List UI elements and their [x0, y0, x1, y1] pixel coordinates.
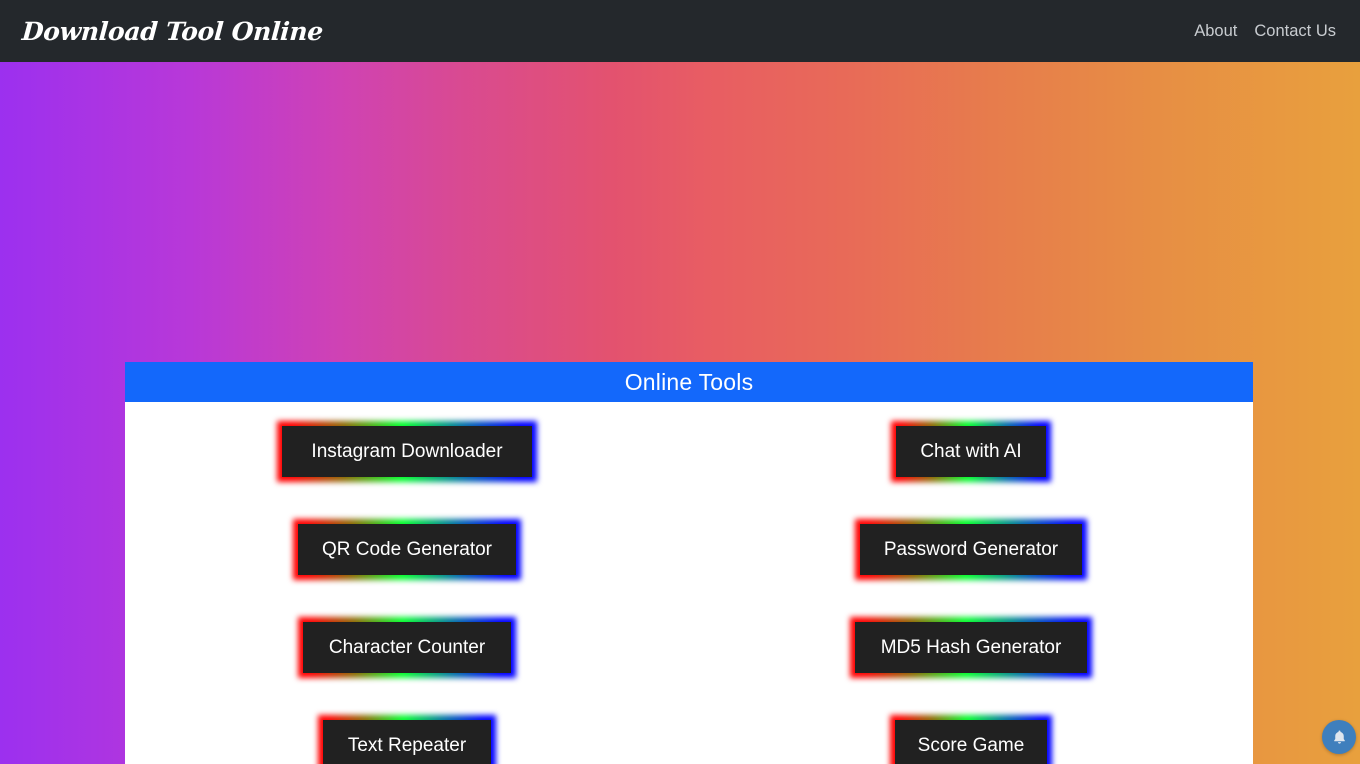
tool-row: QR Code Generator Password Generator — [125, 500, 1253, 598]
tool-cell: Instagram Downloader — [125, 425, 689, 477]
tool-button-label: Password Generator — [883, 538, 1059, 560]
bell-icon — [1331, 729, 1348, 746]
tool-button-password-generator[interactable]: Password Generator — [860, 523, 1082, 575]
tool-row: Text Repeater Score Game — [125, 696, 1253, 764]
page-title: Online Tools — [624, 368, 754, 395]
site-logo[interactable]: Download Tool Online — [21, 17, 324, 46]
tool-cell: Character Counter — [125, 621, 689, 673]
tool-row: Character Counter MD5 Hash Generator — [125, 598, 1253, 696]
tool-button-label: Character Counter — [328, 636, 486, 658]
tool-button-label: Score Game — [917, 734, 1025, 756]
panel-header: Online Tools — [125, 362, 1253, 402]
tool-cell: Score Game — [689, 719, 1253, 764]
tool-button-chat-with-ai[interactable]: Chat with AI — [896, 425, 1046, 477]
tool-cell: QR Code Generator — [125, 523, 689, 575]
tool-cell: MD5 Hash Generator — [689, 621, 1253, 673]
tool-grid: Instagram Downloader Chat with AI QR Cod… — [125, 402, 1253, 764]
tool-button-md5-hash-generator[interactable]: MD5 Hash Generator — [855, 621, 1087, 673]
tool-cell: Chat with AI — [689, 425, 1253, 477]
tool-button-label: QR Code Generator — [321, 538, 493, 560]
tool-button-instagram-downloader[interactable]: Instagram Downloader — [282, 425, 532, 477]
tool-button-label: Chat with AI — [920, 440, 1022, 462]
tool-button-qr-code-generator[interactable]: QR Code Generator — [298, 523, 516, 575]
tool-button-label: Text Repeater — [347, 734, 467, 756]
tool-cell: Password Generator — [689, 523, 1253, 575]
tool-button-character-counter[interactable]: Character Counter — [303, 621, 511, 673]
tool-button-label: Instagram Downloader — [311, 440, 503, 462]
nav-links: About Contact Us — [1194, 22, 1336, 41]
tool-cell: Text Repeater — [125, 719, 689, 764]
tool-row: Instagram Downloader Chat with AI — [125, 402, 1253, 500]
nav-link-about[interactable]: About — [1194, 22, 1237, 41]
online-tools-panel: Online Tools Instagram Downloader Chat w… — [125, 362, 1253, 764]
tool-button-score-game[interactable]: Score Game — [895, 719, 1047, 764]
nav-link-contact-us[interactable]: Contact Us — [1254, 22, 1336, 41]
top-navbar: Download Tool Online About Contact Us — [0, 0, 1360, 62]
tool-button-label: MD5 Hash Generator — [880, 636, 1062, 658]
tool-button-text-repeater[interactable]: Text Repeater — [323, 719, 491, 764]
notification-widget-button[interactable] — [1322, 720, 1356, 754]
